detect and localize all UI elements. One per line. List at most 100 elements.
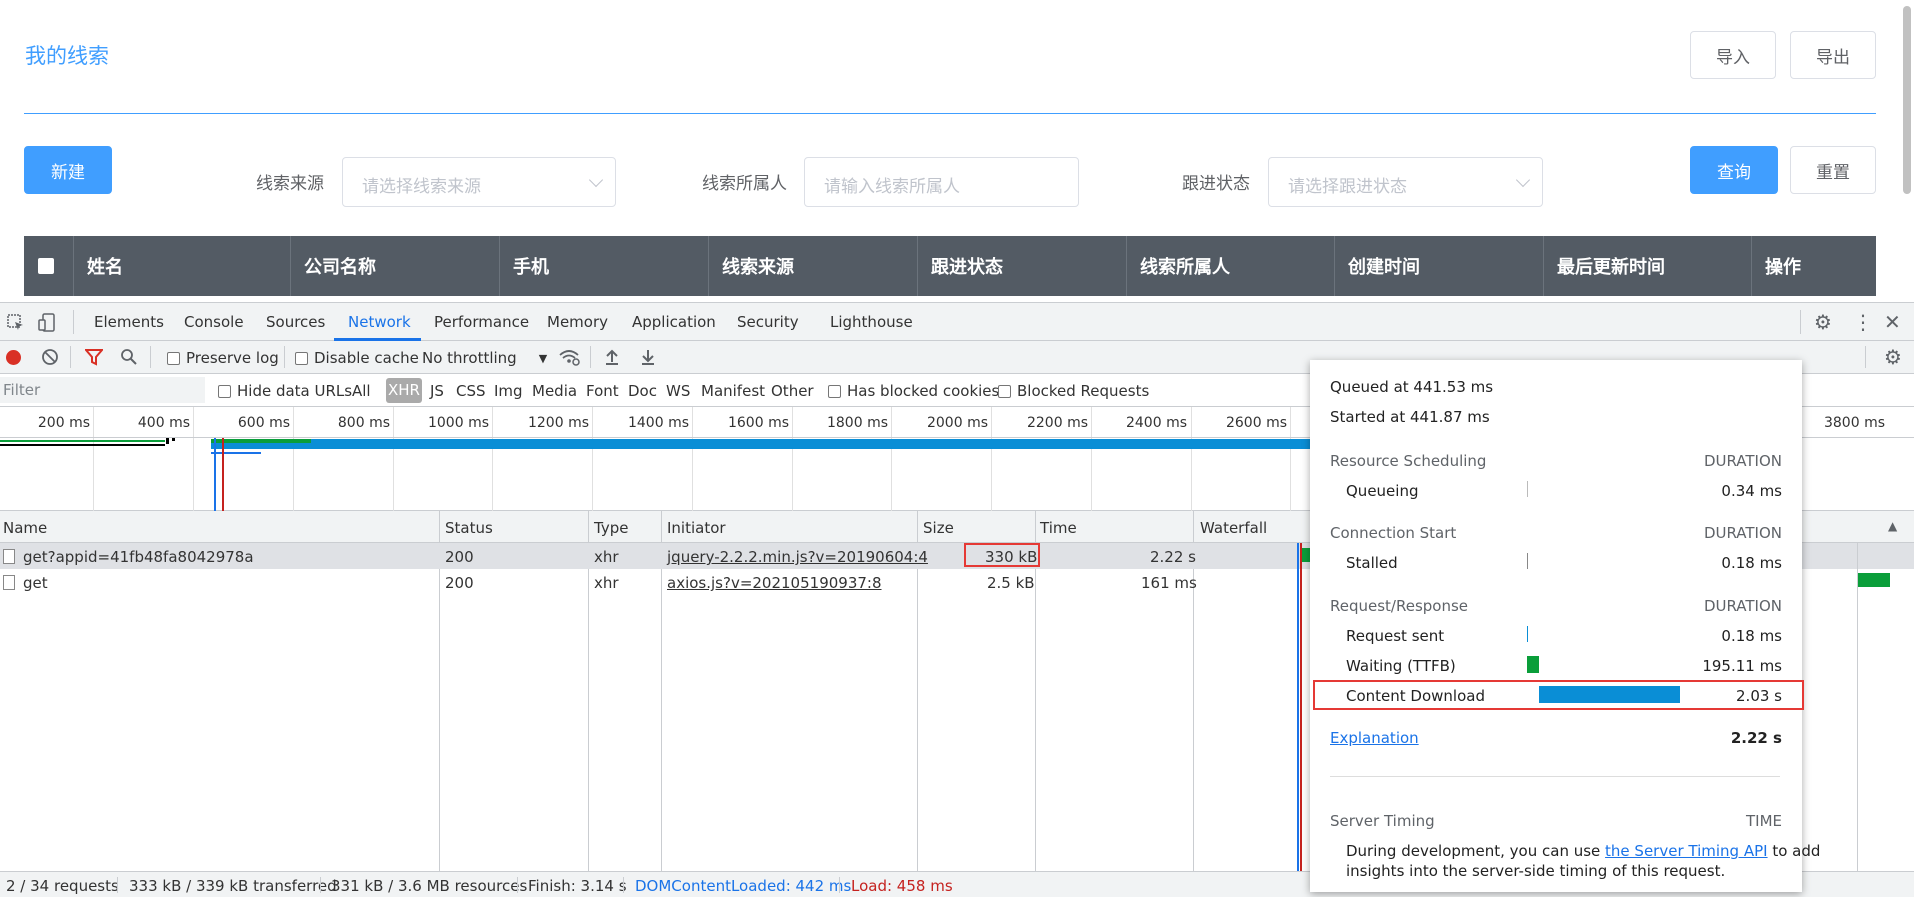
column-header-time[interactable]: Time bbox=[1040, 519, 1077, 537]
status-select[interactable]: 请选择跟进状态 bbox=[1268, 157, 1543, 207]
tab-memory[interactable]: Memory bbox=[547, 313, 608, 331]
filter-type-ws[interactable]: WS bbox=[666, 382, 690, 400]
overview-activity-bar bbox=[211, 452, 261, 454]
disable-cache-checkbox[interactable]: Disable cache bbox=[295, 349, 419, 367]
overview-activity-bar bbox=[172, 438, 175, 441]
tab-console[interactable]: Console bbox=[184, 313, 244, 331]
server-timing-api-link[interactable]: the Server Timing API bbox=[1605, 842, 1768, 860]
filter-label-status: 跟进状态 bbox=[1182, 174, 1250, 194]
filter-type-media[interactable]: Media bbox=[532, 382, 577, 400]
filter-type-other[interactable]: Other bbox=[771, 382, 814, 400]
network-settings-icon[interactable]: ⚙ bbox=[1884, 347, 1902, 367]
column-header-status[interactable]: Status bbox=[445, 519, 493, 537]
column-header-initiator[interactable]: Initiator bbox=[667, 519, 726, 537]
network-conditions-icon[interactable] bbox=[558, 348, 580, 370]
column-header-name[interactable]: Name bbox=[3, 519, 47, 537]
request-status: 200 bbox=[445, 574, 474, 592]
timing-label: Stalled bbox=[1346, 554, 1398, 572]
filter-type-xhr[interactable]: XHR bbox=[386, 378, 422, 403]
query-button[interactable]: 查询 bbox=[1690, 146, 1778, 194]
request-name: get bbox=[23, 574, 48, 592]
filter-icon[interactable] bbox=[83, 348, 105, 370]
section-title: Connection Start bbox=[1330, 524, 1457, 542]
column-header-type[interactable]: Type bbox=[594, 519, 628, 537]
divider bbox=[1330, 776, 1780, 777]
clear-icon[interactable] bbox=[41, 348, 59, 370]
server-timing-text-after: to add bbox=[1767, 842, 1821, 860]
column-header: 跟进状态 bbox=[918, 236, 1127, 296]
request-initiator-link[interactable]: jquery-2.2.2.min.js?v=20190604:4 bbox=[667, 548, 928, 566]
more-options-icon[interactable]: ⋮ bbox=[1853, 312, 1873, 332]
tab-performance[interactable]: Performance bbox=[434, 313, 529, 331]
timeline-tick: 1000 ms bbox=[427, 415, 489, 431]
page-title: 我的线索 bbox=[25, 44, 109, 68]
queueing-bar bbox=[1527, 481, 1528, 497]
request-initiator-link[interactable]: axios.js?v=202105190937:8 bbox=[667, 574, 882, 592]
filter-type-manifest[interactable]: Manifest bbox=[701, 382, 765, 400]
timeline-tick: 2200 ms bbox=[1026, 415, 1088, 431]
timing-value: 0.18 ms bbox=[1721, 627, 1782, 645]
timeline-tick: 1400 ms bbox=[627, 415, 689, 431]
load-marker bbox=[222, 438, 224, 511]
reset-button[interactable]: 重置 bbox=[1790, 146, 1876, 194]
file-icon bbox=[3, 549, 15, 564]
tab-elements[interactable]: Elements bbox=[94, 313, 164, 331]
filter-type-doc[interactable]: Doc bbox=[628, 382, 657, 400]
timing-value: 0.18 ms bbox=[1721, 554, 1782, 572]
filter-type-img[interactable]: Img bbox=[494, 382, 523, 400]
filter-type-js[interactable]: JS bbox=[430, 382, 444, 400]
disable-cache-label: Disable cache bbox=[314, 349, 419, 367]
transferred-size: 333 kB / 339 kB transferred bbox=[129, 877, 337, 895]
sort-up-icon[interactable]: ▲ bbox=[1888, 520, 1897, 532]
settings-gear-icon[interactable]: ⚙ bbox=[1814, 312, 1832, 332]
inspect-element-icon[interactable] bbox=[7, 314, 25, 336]
record-icon[interactable] bbox=[6, 350, 21, 365]
filter-input[interactable]: Filter bbox=[0, 377, 205, 403]
export-har-icon[interactable] bbox=[640, 348, 656, 370]
owner-input[interactable]: 请输入线索所属人 bbox=[804, 157, 1079, 207]
filter-label-source: 线索来源 bbox=[256, 174, 324, 194]
timing-label: Queueing bbox=[1346, 482, 1419, 500]
export-button[interactable]: 导出 bbox=[1790, 31, 1876, 79]
close-devtools-icon[interactable]: ✕ bbox=[1884, 312, 1901, 332]
ttfb-bar bbox=[1527, 656, 1539, 673]
timeline-tick: 1600 ms bbox=[727, 415, 789, 431]
select-all-checkbox[interactable] bbox=[24, 236, 74, 296]
device-toggle-icon[interactable] bbox=[38, 313, 58, 337]
filter-type-all[interactable]: All bbox=[352, 382, 371, 400]
source-select[interactable]: 请选择线索来源 bbox=[342, 157, 616, 207]
has-blocked-cookies-checkbox[interactable]: Has blocked cookies bbox=[828, 382, 999, 400]
page-scrollbar[interactable] bbox=[1903, 6, 1911, 194]
section-title: Resource Scheduling bbox=[1330, 452, 1487, 470]
filter-type-css[interactable]: CSS bbox=[456, 382, 486, 400]
timeline-tick: 2400 ms bbox=[1125, 415, 1187, 431]
blocked-requests-label: Blocked Requests bbox=[1017, 382, 1150, 400]
blocked-requests-checkbox[interactable]: Blocked Requests bbox=[998, 382, 1149, 400]
table-header: 姓名 公司名称 手机 线索来源 跟进状态 线索所属人 创建时间 最后更新时间 操… bbox=[24, 236, 1876, 296]
column-header: 操作 bbox=[1765, 257, 1801, 278]
search-icon[interactable] bbox=[120, 348, 138, 370]
throttling-select[interactable]: No throttling ▼ bbox=[422, 349, 547, 367]
request-time: 161 ms bbox=[1141, 574, 1197, 592]
explanation-link[interactable]: Explanation bbox=[1330, 729, 1419, 747]
filter-type-font[interactable]: Font bbox=[586, 382, 619, 400]
app-page: 我的线索 导入 导出 新建 线索来源 请选择线索来源 线索所属人 请输入线索所属… bbox=[0, 0, 1914, 302]
import-har-icon[interactable] bbox=[604, 348, 620, 370]
tab-security[interactable]: Security bbox=[737, 313, 799, 331]
tab-network[interactable]: Network bbox=[348, 313, 411, 331]
timeline-tick: 1800 ms bbox=[826, 415, 888, 431]
import-button[interactable]: 导入 bbox=[1690, 31, 1776, 79]
tab-application[interactable]: Application bbox=[632, 313, 716, 331]
column-header-size[interactable]: Size bbox=[923, 519, 954, 537]
column-header: 创建时间 bbox=[1335, 236, 1544, 296]
content-download-highlight-box bbox=[1313, 680, 1804, 710]
tab-sources[interactable]: Sources bbox=[266, 313, 325, 331]
waterfall-dcl-line bbox=[1297, 543, 1299, 871]
preserve-log-checkbox[interactable]: Preserve log bbox=[167, 349, 279, 367]
hide-data-urls-label: Hide data URLs bbox=[237, 382, 353, 400]
hide-data-urls-checkbox[interactable]: Hide data URLs bbox=[218, 382, 352, 400]
column-header-waterfall[interactable]: Waterfall bbox=[1200, 519, 1267, 537]
new-button[interactable]: 新建 bbox=[24, 146, 112, 194]
overview-waiting-bar bbox=[211, 439, 311, 443]
tab-lighthouse[interactable]: Lighthouse bbox=[830, 313, 913, 331]
